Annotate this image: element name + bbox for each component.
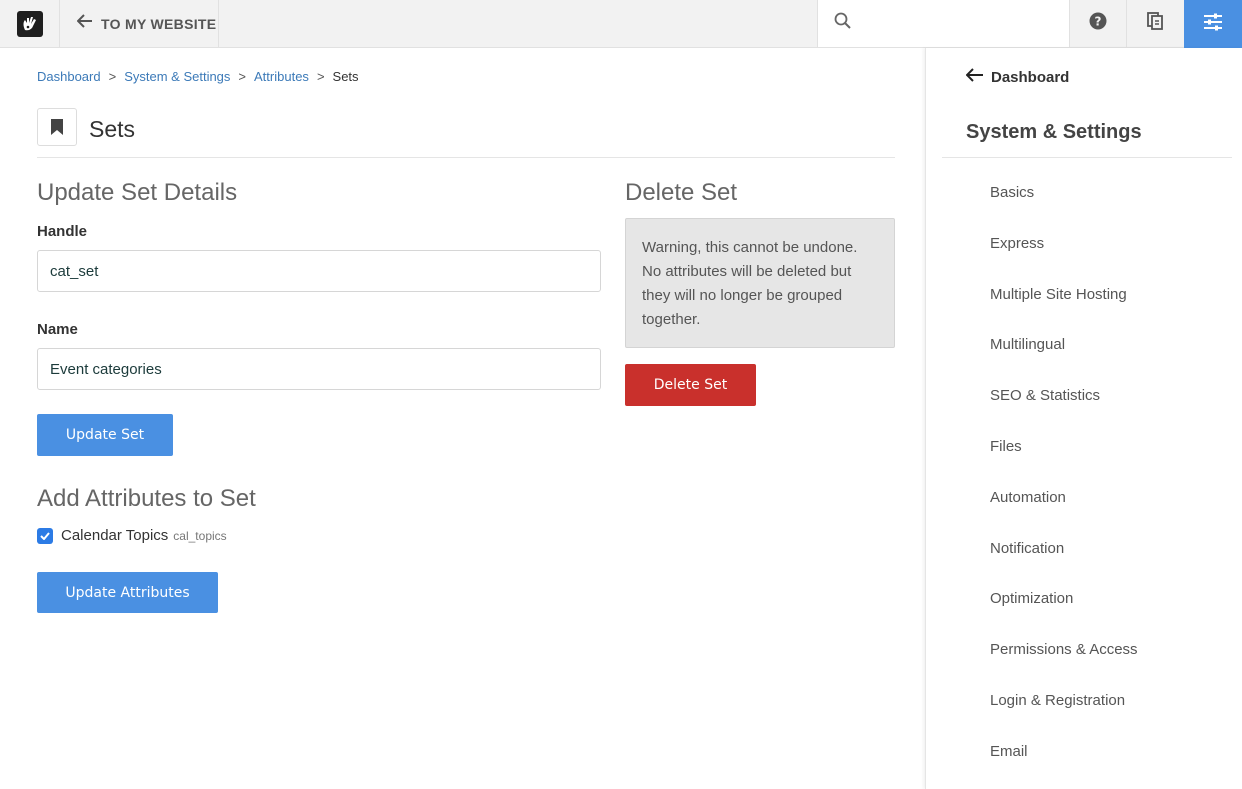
svg-text:?: ?	[1095, 15, 1102, 29]
checkmark-icon	[40, 531, 50, 540]
calendar-topics-checkbox[interactable]	[37, 527, 53, 544]
arrow-left-icon	[76, 14, 93, 33]
breadcrumb-dashboard[interactable]: Dashboard	[37, 69, 101, 84]
top-toolbar: TO MY WEBSITE ?	[0, 0, 1242, 48]
handle-input[interactable]	[37, 250, 601, 292]
page-header: Sets	[37, 108, 895, 158]
attribute-handle: cal_topics	[173, 528, 227, 543]
panel-item-seo-statistics[interactable]: SEO & Statistics	[990, 382, 1138, 433]
panel-item-multiple-site-hosting[interactable]: Multiple Site Hosting	[990, 281, 1138, 332]
delete-warning: Warning, this cannot be undone. No attri…	[625, 218, 895, 348]
sliders-icon	[1203, 13, 1223, 36]
update-set-title: Update Set Details	[37, 179, 238, 206]
search-box	[817, 0, 1069, 47]
search-input[interactable]	[862, 8, 1062, 39]
delete-set-button[interactable]: Delete Set	[625, 364, 756, 406]
update-set-button[interactable]: Update Set	[37, 414, 173, 456]
panel-item-files[interactable]: Files	[990, 433, 1138, 484]
panel-item-email[interactable]: Email	[990, 738, 1138, 789]
panel-item-permissions-access[interactable]: Permissions & Access	[990, 636, 1138, 687]
panel-divider	[942, 157, 1232, 158]
panel-back-label: Dashboard	[991, 68, 1070, 86]
panel-item-automation[interactable]: Automation	[990, 484, 1138, 535]
concrete-logo-icon	[16, 10, 43, 37]
help-button[interactable]: ?	[1069, 0, 1126, 47]
search-icon	[834, 12, 852, 35]
to-my-website-link[interactable]: TO MY WEBSITE	[60, 0, 219, 47]
attribute-name[interactable]: Calendar Topics	[61, 527, 168, 544]
breadcrumb-system-settings[interactable]: System & Settings	[124, 69, 230, 84]
name-label: Name	[37, 321, 78, 338]
panel-item-basics[interactable]: Basics	[990, 179, 1138, 230]
update-attributes-button[interactable]: Update Attributes	[37, 572, 218, 613]
bookmark-icon	[37, 108, 77, 146]
arrow-left-icon	[965, 68, 984, 86]
panel-item-express[interactable]: Express	[990, 230, 1138, 281]
sitemap-button[interactable]	[1126, 0, 1183, 47]
dashboard-settings-button[interactable]	[1184, 0, 1242, 48]
name-input[interactable]	[37, 348, 601, 390]
attribute-row: Calendar Topics cal_topics	[37, 527, 227, 544]
panel-item-multilingual[interactable]: Multilingual	[990, 331, 1138, 382]
page-title: Sets	[89, 116, 136, 142]
breadcrumb-separator: >	[238, 69, 247, 84]
breadcrumb-separator: >	[316, 69, 325, 84]
breadcrumb-current: Sets	[332, 69, 359, 84]
logo-button[interactable]	[0, 0, 60, 47]
breadcrumb-attributes[interactable]: Attributes	[254, 69, 309, 84]
breadcrumb: Dashboard > System & Settings > Attributes > S…	[37, 69, 359, 84]
help-icon: ?	[1089, 12, 1107, 35]
panel-item-login-registration[interactable]: Login & Registration	[990, 687, 1138, 738]
panel-item-optimization[interactable]: Optimization	[990, 585, 1138, 636]
dashboard-panel: Dashboard System & Settings Basics Expre…	[925, 48, 1242, 789]
panel-back-link[interactable]: Dashboard	[965, 68, 1070, 86]
breadcrumb-separator: >	[108, 69, 117, 84]
panel-item-notification[interactable]: Notification	[990, 535, 1138, 586]
add-attributes-title: Add Attributes to Set	[37, 485, 256, 512]
delete-set-title: Delete Set	[625, 179, 738, 206]
panel-menu: Basics Express Multiple Site Hosting Mul…	[990, 179, 1138, 789]
handle-label: Handle	[37, 223, 88, 240]
panel-title: System & Settings	[966, 121, 1142, 143]
to-my-website-label: TO MY WEBSITE	[101, 15, 217, 32]
pages-icon	[1147, 12, 1163, 35]
